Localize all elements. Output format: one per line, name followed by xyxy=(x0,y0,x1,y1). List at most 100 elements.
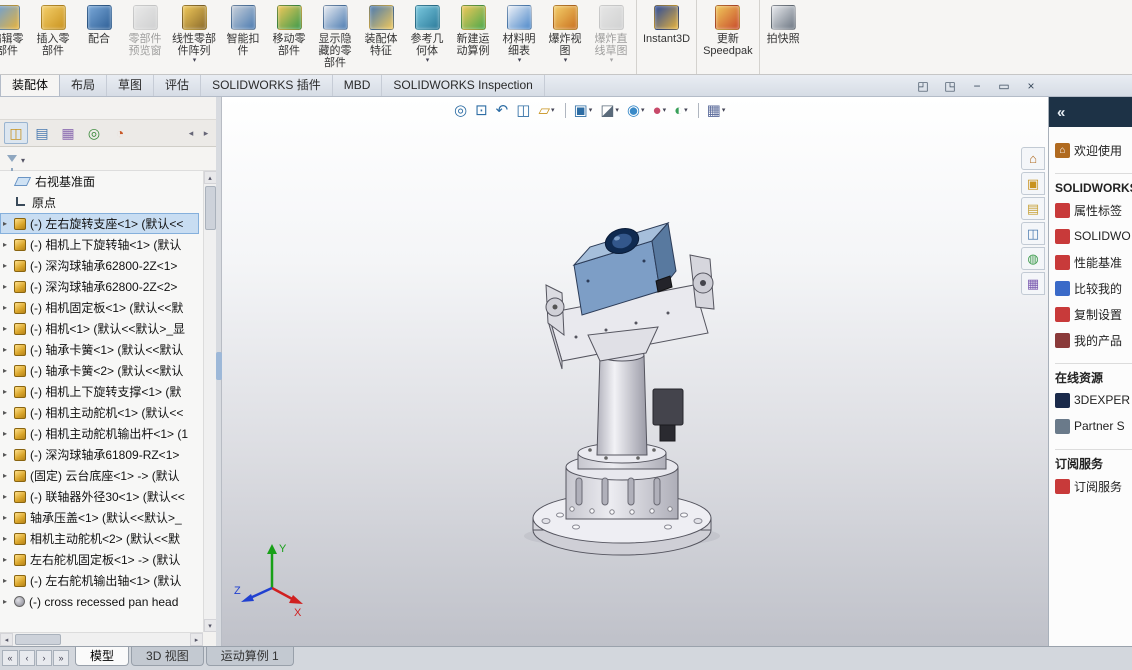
motion-study-button[interactable]: 新建运 动算例 xyxy=(450,0,496,74)
dock-pane-right-icon[interactable]: ◳ xyxy=(941,79,959,93)
restore-icon[interactable]: ▭ xyxy=(995,79,1013,93)
collapse-chevron-icon[interactable]: « xyxy=(1057,104,1065,121)
model-tab[interactable]: 模型 xyxy=(75,647,130,666)
instant3d-button[interactable]: Instant3D xyxy=(636,0,694,74)
expand-arrow-icon[interactable] xyxy=(3,387,14,396)
design-library-tab[interactable]: ▣ xyxy=(1021,172,1045,195)
section-header-subscription[interactable]: 订阅服务 xyxy=(1055,449,1132,473)
reference-geometry-button[interactable]: 参考几 何体 xyxy=(404,0,450,74)
3d-views-tab[interactable]: 3D 视图 xyxy=(131,647,204,666)
expand-arrow-icon[interactable] xyxy=(3,282,14,291)
expand-arrow-icon[interactable] xyxy=(3,324,14,333)
move-component-button[interactable]: 移动零 部件 xyxy=(266,0,312,74)
bom-button[interactable]: 材料明 细表 xyxy=(496,0,542,74)
home-tab[interactable]: ⌂ xyxy=(1021,147,1045,170)
zoom-area-icon[interactable]: ⊡ xyxy=(475,103,488,118)
hide-show-items-icon[interactable]: ◉ xyxy=(627,103,645,118)
assembly-features-button[interactable]: 装配体 特征 xyxy=(358,0,404,74)
snapshot-button[interactable]: 拍快照 xyxy=(758,0,805,74)
expand-arrow-icon[interactable] xyxy=(3,219,14,228)
dock-pane-left-icon[interactable]: ◰ xyxy=(914,79,932,93)
task-pane-item-3dexperience[interactable]: 3DEXPER xyxy=(1055,387,1132,413)
displaymanager-tab[interactable]: ◔ xyxy=(108,122,132,144)
scroll-prev-icon[interactable]: ‹ xyxy=(19,650,35,666)
tab-mbd[interactable]: MBD xyxy=(333,75,383,96)
component-preview-button[interactable]: 零部件 预览窗 xyxy=(122,0,168,74)
model-3d[interactable] xyxy=(456,137,816,646)
tree-item[interactable]: 左右舵机固定板<1> -> (默认 xyxy=(0,549,199,570)
tree-item[interactable]: (-) 轴承卡簧<1> (默认<<默认 xyxy=(0,339,199,360)
show-hidden-button[interactable]: 显示隐 藏的零 部件 xyxy=(312,0,358,74)
scroll-left-icon[interactable] xyxy=(0,633,13,646)
section-header-solidworks[interactable]: SOLIDWORKS xyxy=(1055,173,1132,197)
expand-arrow-icon[interactable] xyxy=(3,534,14,543)
previous-view-icon[interactable]: ↶ xyxy=(496,103,509,118)
close-icon[interactable]: × xyxy=(1022,79,1040,93)
scroll-first-icon[interactable]: « xyxy=(2,650,18,666)
tree-horizontal-scrollbar[interactable] xyxy=(0,632,203,646)
scroll-next-icon[interactable]: › xyxy=(36,650,52,666)
fm-scroll-left-icon[interactable]: ◂ xyxy=(185,125,197,141)
motion-study-tab[interactable]: 运动算例 1 xyxy=(205,647,294,666)
task-pane-item-solidworks[interactable]: SOLIDWO xyxy=(1055,223,1132,249)
tree-item[interactable]: (-) 相机主动舵机输出杆<1> (1 xyxy=(0,423,199,444)
tree-item[interactable]: (-) cross recessed pan head xyxy=(0,591,199,612)
view-settings-icon[interactable]: ▦ xyxy=(697,103,726,118)
tree-item[interactable]: (-) 左右旋转支座<1> (默认<< xyxy=(0,213,199,234)
tree-item[interactable]: (固定) 云台底座<1> -> (默认 xyxy=(0,465,199,486)
task-pane-item-benchmark[interactable]: 性能基准 xyxy=(1055,249,1132,275)
scroll-up-icon[interactable] xyxy=(203,171,217,184)
tree-item[interactable]: 轴承压盖<1> (默认<<默认>_ xyxy=(0,507,199,528)
task-pane-item-my-products[interactable]: 我的产品 xyxy=(1055,327,1132,353)
scroll-last-icon[interactable]: » xyxy=(53,650,69,666)
zoom-fit-icon[interactable]: ◎ xyxy=(454,103,467,118)
task-pane-item-subscription[interactable]: 订阅服务 xyxy=(1055,473,1132,499)
section-view-icon[interactable]: ◫ xyxy=(516,103,530,118)
expand-arrow-icon[interactable] xyxy=(3,345,14,354)
dimxpertmanager-tab[interactable]: ◎ xyxy=(82,122,106,144)
exploded-view-button[interactable]: 爆炸视 图 xyxy=(542,0,588,74)
expand-arrow-icon[interactable] xyxy=(3,240,14,249)
tab-inspection[interactable]: SOLIDWORKS Inspection xyxy=(382,75,545,96)
vertical-scrollbar-thumb[interactable] xyxy=(204,186,216,230)
tree-item[interactable]: (-) 深沟球轴承61809-RZ<1> xyxy=(0,444,199,465)
fm-scroll-right-icon[interactable]: ▸ xyxy=(200,125,212,141)
tree-item[interactable]: (-) 轴承卡簧<2> (默认<<默认 xyxy=(0,360,199,381)
file-explorer-tab[interactable]: ▤ xyxy=(1021,197,1045,220)
task-pane-item-compare[interactable]: 比较我的 xyxy=(1055,275,1132,301)
configurationmanager-tab[interactable]: ▦ xyxy=(56,122,80,144)
welcome-link[interactable]: ⌂ 欢迎使用 xyxy=(1055,137,1132,163)
tree-item[interactable]: (-) 深沟球轴承62800-2Z<2> xyxy=(0,276,199,297)
linear-pattern-button[interactable]: 线性零部 件阵列 xyxy=(168,0,220,74)
speedpak-button[interactable]: 更新 Speedpak xyxy=(696,0,757,74)
expand-arrow-icon[interactable] xyxy=(3,576,14,585)
expand-arrow-icon[interactable] xyxy=(3,597,14,606)
expand-arrow-icon[interactable] xyxy=(3,555,14,564)
task-pane-item-property-tab[interactable]: 属性标签 xyxy=(1055,197,1132,223)
apply-scene-icon[interactable]: ◐ xyxy=(674,103,688,118)
tab-layout[interactable]: 布局 xyxy=(60,75,108,96)
annotation-view-icon[interactable]: ▱ xyxy=(538,103,554,118)
expand-arrow-icon[interactable] xyxy=(3,261,14,270)
expand-arrow-icon[interactable] xyxy=(3,513,14,522)
scroll-right-icon[interactable] xyxy=(190,633,203,646)
insert-component-button[interactable]: 插入零 部件 xyxy=(30,0,76,74)
task-pane-item-copy-settings[interactable]: 复制设置 xyxy=(1055,301,1132,327)
tab-solidworks-addins[interactable]: SOLIDWORKS 插件 xyxy=(201,75,333,96)
smart-fasteners-button[interactable]: 智能扣 件 xyxy=(220,0,266,74)
filter-dropdown-icon[interactable] xyxy=(21,150,25,168)
expand-arrow-icon[interactable] xyxy=(3,429,14,438)
expand-arrow-icon[interactable] xyxy=(3,450,14,459)
tab-sketch[interactable]: 草图 xyxy=(107,75,155,96)
edit-component-button[interactable]: 编辑零 部件 xyxy=(0,0,30,74)
view-palette-tab[interactable]: ◫ xyxy=(1021,222,1045,245)
horizontal-scrollbar-thumb[interactable] xyxy=(15,634,61,645)
tree-item[interactable]: 相机主动舵机<2> (默认<<默 xyxy=(0,528,199,549)
propertymanager-tab[interactable]: ▤ xyxy=(30,122,54,144)
tree-item[interactable]: 右视基准面 xyxy=(0,171,199,192)
tree-item[interactable]: 原点 xyxy=(0,192,199,213)
edit-appearance-icon[interactable]: ● xyxy=(653,103,667,118)
filter-funnel-icon[interactable] xyxy=(7,155,17,172)
expand-arrow-icon[interactable] xyxy=(3,408,14,417)
tab-evaluate[interactable]: 评估 xyxy=(154,75,202,96)
